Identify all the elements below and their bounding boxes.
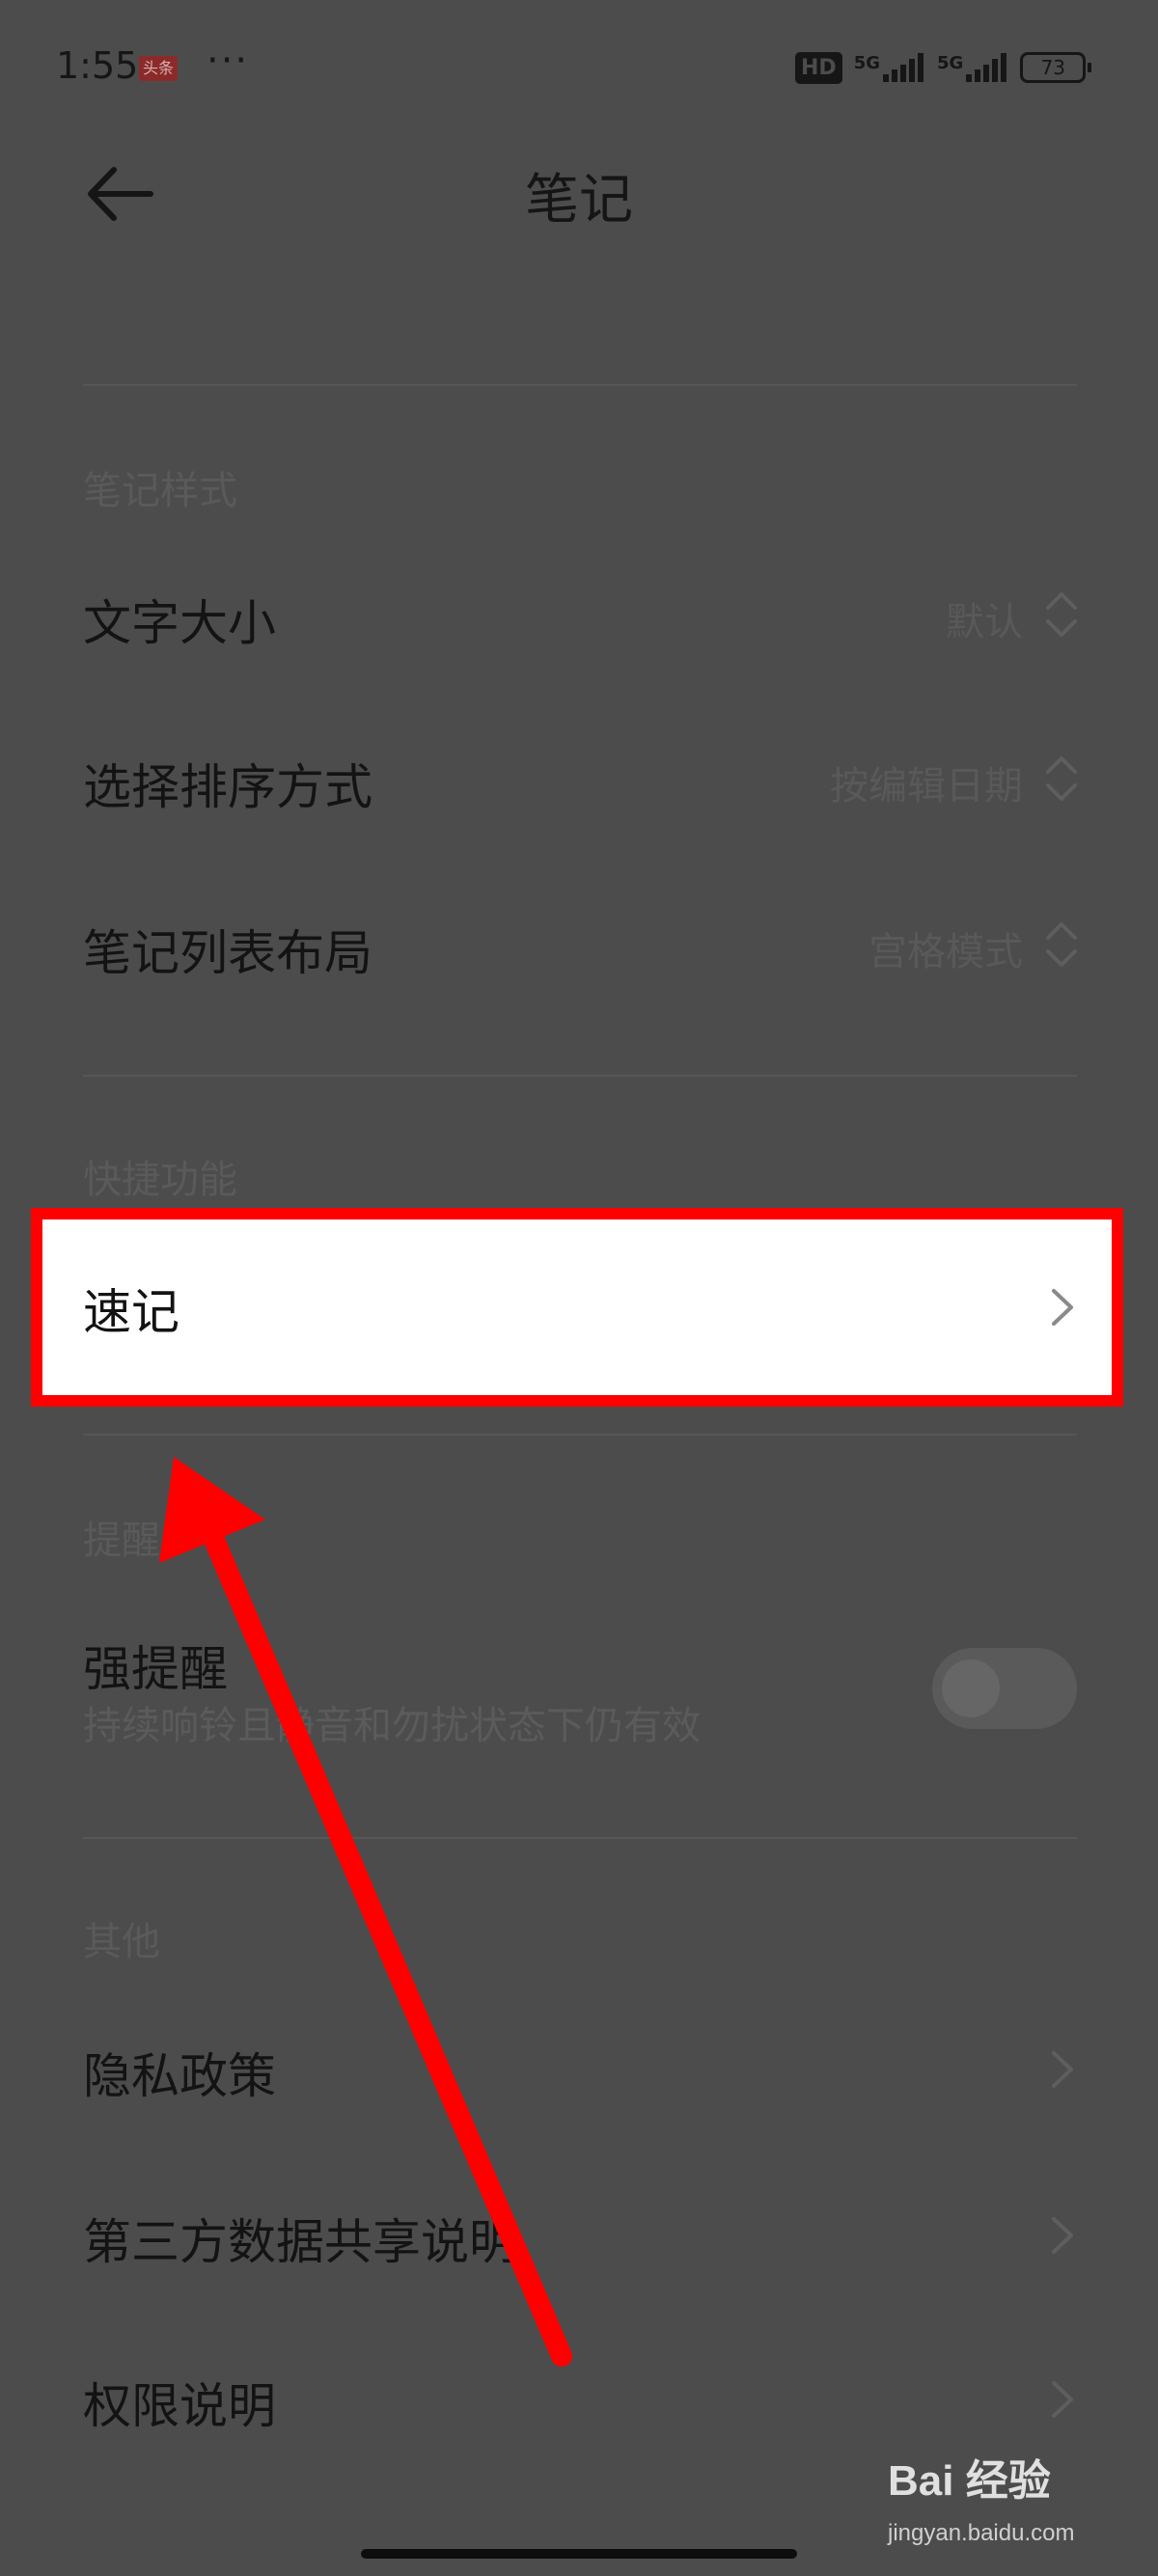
updown-chevron-icon	[1046, 756, 1077, 801]
setting-subtext: 持续响铃且静音和勿扰状态下仍有效	[83, 1704, 701, 1748]
chevron-right-icon	[1052, 1289, 1073, 1326]
chevron-right-icon	[1052, 2381, 1073, 2418]
divider	[83, 1075, 1077, 1077]
page-title: 笔记	[525, 169, 633, 232]
section-title-shortcuts: 快捷功能	[83, 1158, 237, 1202]
status-icons: HD 5G 5G 73	[795, 50, 1092, 85]
setting-row-font-size[interactable]: 文字大小 默认	[0, 558, 1158, 673]
divider	[83, 1434, 1077, 1436]
battery-icon: 73	[1020, 52, 1092, 83]
strong-reminder-toggle[interactable]	[932, 1648, 1077, 1729]
setting-label: 选择排序方式	[83, 759, 372, 815]
baidu-jingyan-logo: Bai 经验	[888, 2451, 1100, 2508]
watermark-url: jingyan.baidu.com	[888, 2520, 1075, 2546]
home-indicator[interactable]	[361, 2549, 797, 2559]
updown-chevron-icon	[1046, 922, 1077, 967]
app-notification-badge: 头条	[139, 56, 178, 81]
toggle-knob	[942, 1659, 1000, 1717]
setting-row-permissions[interactable]: 权限说明	[0, 2341, 1158, 2456]
setting-label: 第三方数据共享说明	[83, 2214, 517, 2270]
setting-row-third-party-data[interactable]: 第三方数据共享说明	[0, 2177, 1158, 2292]
divider	[83, 384, 1077, 386]
setting-label: 隐私政策	[83, 2048, 276, 2104]
setting-value: 默认	[946, 600, 1023, 644]
chevron-right-icon	[1052, 2217, 1073, 2254]
setting-row-privacy-policy[interactable]: 隐私政策	[0, 2011, 1158, 2126]
divider	[83, 1837, 1077, 1839]
setting-label: 笔记列表布局	[83, 925, 372, 981]
setting-label: 文字大小	[83, 595, 276, 651]
updown-chevron-icon	[1046, 592, 1077, 637]
setting-row-quick-note[interactable]: 速记	[42, 1219, 1112, 1395]
setting-row-list-layout[interactable]: 笔记列表布局 宫格模式	[0, 888, 1158, 1003]
more-notifications-icon: ···	[207, 39, 250, 83]
setting-label: 权限说明	[83, 2378, 276, 2434]
setting-value: 宫格模式	[868, 930, 1023, 974]
hd-icon: HD	[795, 51, 842, 84]
section-title-note-style: 笔记样式	[83, 469, 237, 513]
status-time: 1:55	[56, 44, 139, 87]
signal-icon: 5G	[854, 53, 925, 82]
section-title-other: 其他	[83, 1920, 160, 1964]
signal-icon: 5G	[937, 53, 1008, 82]
section-title-reminder: 提醒	[83, 1519, 160, 1563]
setting-row-sort-order[interactable]: 选择排序方式 按编辑日期	[0, 722, 1158, 837]
setting-value: 按编辑日期	[830, 764, 1023, 808]
setting-label-strong-reminder: 强提醒	[83, 1641, 228, 1697]
chevron-right-icon	[1052, 2051, 1073, 2088]
setting-label: 速记	[83, 1284, 179, 1340]
svg-text:Bai 经验: Bai 经验	[888, 2457, 1051, 2505]
